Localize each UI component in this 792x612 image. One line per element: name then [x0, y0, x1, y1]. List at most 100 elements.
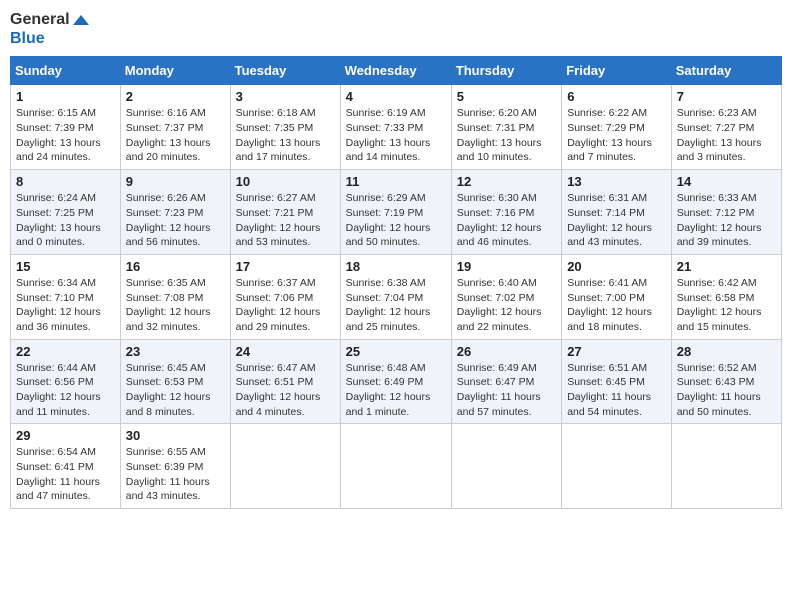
day-info: Sunrise: 6:47 AMSunset: 6:51 PMDaylight:… — [236, 361, 335, 420]
calendar-day-10: 10 Sunrise: 6:27 AMSunset: 7:21 PMDayligh… — [230, 170, 340, 255]
logo: General Blue — [10, 10, 89, 48]
calendar-day-21: 21 Sunrise: 6:42 AMSunset: 6:58 PMDayligh… — [671, 254, 781, 339]
day-info: Sunrise: 6:49 AMSunset: 6:47 PMDaylight:… — [457, 361, 556, 420]
calendar-day-22: 22 Sunrise: 6:44 AMSunset: 6:56 PMDayligh… — [11, 339, 121, 424]
calendar-header-row: SundayMondayTuesdayWednesdayThursdayFrid… — [11, 57, 782, 85]
empty-cell — [562, 424, 672, 509]
day-info: Sunrise: 6:31 AMSunset: 7:14 PMDaylight:… — [567, 191, 666, 250]
day-number: 1 — [16, 89, 115, 104]
calendar-day-14: 14 Sunrise: 6:33 AMSunset: 7:12 PMDayligh… — [671, 170, 781, 255]
day-number: 5 — [457, 89, 556, 104]
calendar-day-25: 25 Sunrise: 6:48 AMSunset: 6:49 PMDayligh… — [340, 339, 451, 424]
calendar-day-19: 19 Sunrise: 6:40 AMSunset: 7:02 PMDayligh… — [451, 254, 561, 339]
empty-cell — [671, 424, 781, 509]
empty-cell — [340, 424, 451, 509]
logo-wordmark: General Blue — [10, 10, 89, 48]
calendar-day-12: 12 Sunrise: 6:30 AMSunset: 7:16 PMDayligh… — [451, 170, 561, 255]
calendar-table: SundayMondayTuesdayWednesdayThursdayFrid… — [10, 56, 782, 509]
calendar-day-3: 3Sunrise: 6:18 AMSunset: 7:35 PMDaylight… — [230, 85, 340, 170]
day-header-sunday: Sunday — [11, 57, 121, 85]
day-info: Sunrise: 6:42 AMSunset: 6:58 PMDaylight:… — [677, 276, 776, 335]
day-number: 6 — [567, 89, 666, 104]
calendar-day-27: 27Sunrise: 6:51 AMSunset: 6:45 PMDayligh… — [562, 339, 672, 424]
calendar-day-16: 16Sunrise: 6:35 AMSunset: 7:08 PMDayligh… — [120, 254, 230, 339]
day-number: 27 — [567, 344, 666, 359]
calendar-day-4: 4 Sunrise: 6:19 AMSunset: 7:33 PMDaylight… — [340, 85, 451, 170]
day-info: Sunrise: 6:24 AMSunset: 7:25 PMDaylight:… — [16, 191, 115, 250]
calendar-day-7: 7 Sunrise: 6:23 AMSunset: 7:27 PMDaylight… — [671, 85, 781, 170]
day-number: 30 — [126, 428, 225, 443]
day-info: Sunrise: 6:20 AMSunset: 7:31 PMDaylight:… — [457, 106, 556, 165]
day-number: 14 — [677, 174, 776, 189]
day-info: Sunrise: 6:40 AMSunset: 7:02 PMDaylight:… — [457, 276, 556, 335]
day-info: Sunrise: 6:37 AMSunset: 7:06 PMDaylight:… — [236, 276, 335, 335]
day-number: 19 — [457, 259, 556, 274]
day-info: Sunrise: 6:41 AMSunset: 7:00 PMDaylight:… — [567, 276, 666, 335]
day-header-wednesday: Wednesday — [340, 57, 451, 85]
calendar-day-2: 2 Sunrise: 6:16 AMSunset: 7:37 PMDaylight… — [120, 85, 230, 170]
day-info: Sunrise: 6:29 AMSunset: 7:19 PMDaylight:… — [346, 191, 446, 250]
day-header-friday: Friday — [562, 57, 672, 85]
day-info: Sunrise: 6:23 AMSunset: 7:27 PMDaylight:… — [677, 106, 776, 165]
calendar-day-24: 24 Sunrise: 6:47 AMSunset: 6:51 PMDayligh… — [230, 339, 340, 424]
calendar-day-13: 13 Sunrise: 6:31 AMSunset: 7:14 PMDayligh… — [562, 170, 672, 255]
day-info: Sunrise: 6:52 AMSunset: 6:43 PMDaylight:… — [677, 361, 776, 420]
day-number: 2 — [126, 89, 225, 104]
day-header-tuesday: Tuesday — [230, 57, 340, 85]
calendar-day-9: 9 Sunrise: 6:26 AMSunset: 7:23 PMDaylight… — [120, 170, 230, 255]
calendar-week-4: 22 Sunrise: 6:44 AMSunset: 6:56 PMDayligh… — [11, 339, 782, 424]
page-header: General Blue — [10, 10, 782, 48]
day-info: Sunrise: 6:44 AMSunset: 6:56 PMDaylight:… — [16, 361, 115, 420]
day-number: 20 — [567, 259, 666, 274]
day-number: 9 — [126, 174, 225, 189]
day-info: Sunrise: 6:54 AMSunset: 6:41 PMDaylight:… — [16, 445, 115, 504]
day-info: Sunrise: 6:22 AMSunset: 7:29 PMDaylight:… — [567, 106, 666, 165]
calendar-day-30: 30 Sunrise: 6:55 AMSunset: 6:39 PMDayligh… — [120, 424, 230, 509]
day-number: 4 — [346, 89, 446, 104]
day-info: Sunrise: 6:48 AMSunset: 6:49 PMDaylight:… — [346, 361, 446, 420]
day-info: Sunrise: 6:35 AMSunset: 7:08 PMDaylight:… — [126, 276, 225, 335]
day-number: 18 — [346, 259, 446, 274]
day-info: Sunrise: 6:19 AMSunset: 7:33 PMDaylight:… — [346, 106, 446, 165]
calendar-day-1: 1Sunrise: 6:15 AMSunset: 7:39 PMDaylight… — [11, 85, 121, 170]
day-number: 8 — [16, 174, 115, 189]
day-number: 29 — [16, 428, 115, 443]
day-header-monday: Monday — [120, 57, 230, 85]
day-number: 11 — [346, 174, 446, 189]
calendar-day-23: 23 Sunrise: 6:45 AMSunset: 6:53 PMDayligh… — [120, 339, 230, 424]
day-info: Sunrise: 6:33 AMSunset: 7:12 PMDaylight:… — [677, 191, 776, 250]
day-number: 12 — [457, 174, 556, 189]
day-info: Sunrise: 6:26 AMSunset: 7:23 PMDaylight:… — [126, 191, 225, 250]
calendar-week-2: 8 Sunrise: 6:24 AMSunset: 7:25 PMDaylight… — [11, 170, 782, 255]
day-info: Sunrise: 6:45 AMSunset: 6:53 PMDaylight:… — [126, 361, 225, 420]
calendar-day-15: 15Sunrise: 6:34 AMSunset: 7:10 PMDayligh… — [11, 254, 121, 339]
day-info: Sunrise: 6:55 AMSunset: 6:39 PMDaylight:… — [126, 445, 225, 504]
day-info: Sunrise: 6:30 AMSunset: 7:16 PMDaylight:… — [457, 191, 556, 250]
day-info: Sunrise: 6:27 AMSunset: 7:21 PMDaylight:… — [236, 191, 335, 250]
calendar-day-18: 18Sunrise: 6:38 AMSunset: 7:04 PMDayligh… — [340, 254, 451, 339]
calendar-day-6: 6 Sunrise: 6:22 AMSunset: 7:29 PMDaylight… — [562, 85, 672, 170]
day-number: 21 — [677, 259, 776, 274]
day-info: Sunrise: 6:16 AMSunset: 7:37 PMDaylight:… — [126, 106, 225, 165]
day-number: 22 — [16, 344, 115, 359]
day-number: 28 — [677, 344, 776, 359]
day-number: 26 — [457, 344, 556, 359]
day-number: 24 — [236, 344, 335, 359]
calendar-day-11: 11 Sunrise: 6:29 AMSunset: 7:19 PMDayligh… — [340, 170, 451, 255]
day-number: 23 — [126, 344, 225, 359]
day-number: 25 — [346, 344, 446, 359]
day-number: 7 — [677, 89, 776, 104]
calendar-day-29: 29 Sunrise: 6:54 AMSunset: 6:41 PMDayligh… — [11, 424, 121, 509]
calendar-week-5: 29 Sunrise: 6:54 AMSunset: 6:41 PMDayligh… — [11, 424, 782, 509]
day-number: 10 — [236, 174, 335, 189]
calendar-day-5: 5 Sunrise: 6:20 AMSunset: 7:31 PMDaylight… — [451, 85, 561, 170]
calendar-day-20: 20 Sunrise: 6:41 AMSunset: 7:00 PMDayligh… — [562, 254, 672, 339]
day-header-thursday: Thursday — [451, 57, 561, 85]
day-header-saturday: Saturday — [671, 57, 781, 85]
calendar-week-3: 15Sunrise: 6:34 AMSunset: 7:10 PMDayligh… — [11, 254, 782, 339]
calendar-day-8: 8 Sunrise: 6:24 AMSunset: 7:25 PMDaylight… — [11, 170, 121, 255]
calendar-day-26: 26 Sunrise: 6:49 AMSunset: 6:47 PMDayligh… — [451, 339, 561, 424]
day-number: 17 — [236, 259, 335, 274]
empty-cell — [230, 424, 340, 509]
day-number: 13 — [567, 174, 666, 189]
